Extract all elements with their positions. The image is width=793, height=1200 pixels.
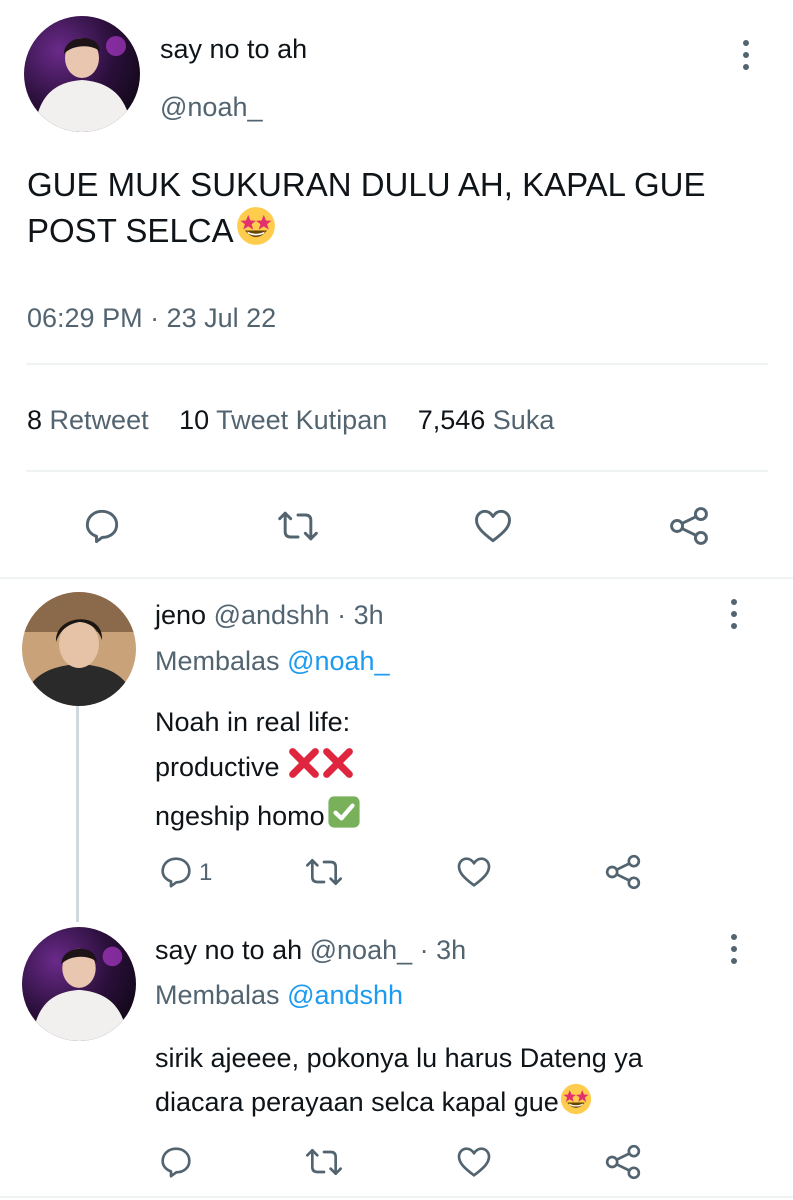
display-name[interactable]: say no to ah bbox=[160, 34, 307, 65]
like-label: Suka bbox=[492, 405, 555, 435]
tweet-text-line: GUE MUK SUKURAN DULU AH, KAPAL GUE bbox=[27, 166, 706, 203]
replying-label: Membalas bbox=[155, 646, 280, 676]
heart-icon[interactable] bbox=[454, 1142, 494, 1182]
avatar[interactable] bbox=[24, 16, 140, 132]
cross-mark-icon bbox=[287, 746, 321, 794]
reply-time[interactable]: 3h bbox=[354, 600, 384, 630]
heart-icon[interactable] bbox=[454, 852, 494, 892]
reply-line: Noah in real life: bbox=[155, 707, 351, 737]
mention-link[interactable]: @noah_ bbox=[287, 646, 390, 676]
reply-line: sirik ajeeee, pokonya lu harus Dateng ya bbox=[155, 1043, 643, 1073]
quote-label: Tweet Kutipan bbox=[216, 405, 388, 435]
quote-count: 10 bbox=[179, 405, 210, 435]
reply-text: sirik ajeeee, pokonya lu harus Dateng ya… bbox=[155, 1036, 643, 1128]
tweet-text-line: POST SELCA bbox=[27, 212, 234, 249]
tweet-stats: 8 Retweet 10 Tweet Kutipan 7,546 Suka bbox=[27, 405, 554, 436]
heart-icon[interactable] bbox=[470, 504, 516, 548]
reply-count: 1 bbox=[199, 859, 213, 886]
star-struck-emoji-icon bbox=[236, 206, 276, 256]
star-struck-emoji-icon bbox=[560, 1083, 592, 1128]
reply-header: say no to ah @noah_ · 3h bbox=[155, 935, 466, 966]
divider bbox=[26, 470, 768, 472]
like-count: 7,546 bbox=[417, 405, 486, 435]
retweet-stat[interactable]: 8 Retweet bbox=[27, 405, 149, 435]
reply-line-2: diacara perayaan selca kapal gue bbox=[155, 1080, 643, 1128]
separator: · bbox=[419, 935, 429, 965]
replying-to: Membalas @andshh bbox=[155, 980, 403, 1011]
tweet-text: GUE MUK SUKURAN DULU AH, KAPAL GUE POST … bbox=[27, 164, 705, 256]
section-divider bbox=[0, 577, 793, 579]
replying-to: Membalas @noah_ bbox=[155, 646, 390, 677]
section-divider bbox=[0, 1196, 793, 1198]
avatar[interactable] bbox=[22, 592, 136, 706]
cross-mark-icon bbox=[321, 746, 355, 794]
tweet-text-line-2: POST SELCA bbox=[27, 206, 705, 256]
share-icon[interactable] bbox=[603, 1142, 643, 1182]
avatar[interactable] bbox=[22, 927, 136, 1041]
handle[interactable]: @noah_ bbox=[310, 935, 413, 965]
replying-label: Membalas bbox=[155, 980, 280, 1010]
thread-line bbox=[76, 704, 79, 922]
reply-line-2: productive bbox=[155, 745, 361, 794]
reply-header: jeno @andshh · 3h bbox=[155, 600, 384, 631]
reply-icon[interactable] bbox=[80, 504, 124, 548]
reply-line: diacara perayaan selca kapal gue bbox=[155, 1087, 559, 1117]
like-stat[interactable]: 7,546 Suka bbox=[418, 405, 555, 435]
share-icon[interactable] bbox=[603, 852, 643, 892]
quote-stat[interactable]: 10 Tweet Kutipan bbox=[179, 405, 387, 435]
separator: · bbox=[337, 600, 347, 630]
divider bbox=[26, 363, 768, 365]
reply-icon[interactable] bbox=[156, 852, 196, 892]
more-options-icon[interactable] bbox=[720, 931, 748, 967]
retweet-icon[interactable] bbox=[302, 1142, 346, 1182]
display-name[interactable]: jeno bbox=[155, 600, 206, 630]
retweet-label: Retweet bbox=[49, 405, 149, 435]
reply-icon[interactable] bbox=[156, 1142, 196, 1182]
reply-text: Noah in real life: productive ngeship ho… bbox=[155, 700, 361, 843]
reply-line-3: ngeship homo bbox=[155, 794, 361, 843]
more-options-icon[interactable] bbox=[732, 37, 760, 73]
more-options-icon[interactable] bbox=[720, 596, 748, 632]
tweet-timestamp[interactable]: 06:29 PM · 23 Jul 22 bbox=[27, 303, 276, 334]
check-mark-icon bbox=[327, 795, 361, 843]
mention-link[interactable]: @andshh bbox=[287, 980, 403, 1010]
retweet-icon[interactable] bbox=[274, 504, 322, 548]
retweet-count: 8 bbox=[27, 405, 43, 435]
reply-line: productive bbox=[155, 752, 280, 782]
handle[interactable]: @noah_ bbox=[160, 92, 263, 123]
retweet-icon[interactable] bbox=[302, 852, 346, 892]
reply-line: ngeship homo bbox=[155, 801, 325, 831]
display-name[interactable]: say no to ah bbox=[155, 935, 302, 965]
share-icon[interactable] bbox=[666, 504, 712, 548]
handle[interactable]: @andshh bbox=[214, 600, 330, 630]
reply-time[interactable]: 3h bbox=[436, 935, 466, 965]
